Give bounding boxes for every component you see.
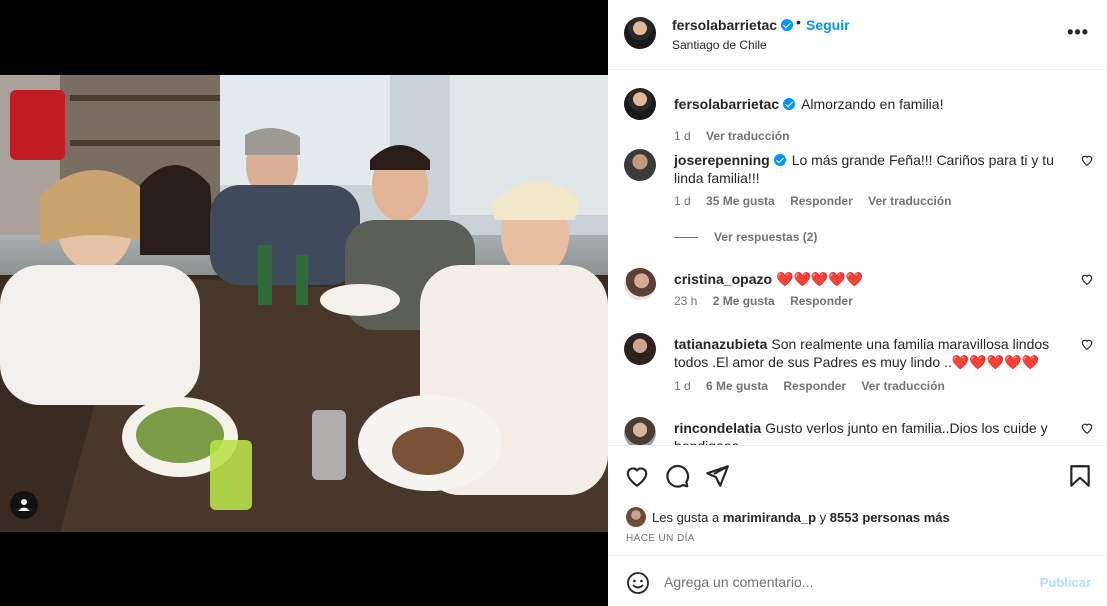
translate-button[interactable]: Ver traducción — [861, 379, 944, 393]
likes-user[interactable]: marimiranda_p — [723, 510, 816, 525]
emoji-icon[interactable] — [626, 571, 650, 595]
avatar[interactable] — [624, 149, 656, 181]
comment-icon[interactable] — [664, 463, 690, 489]
family-lunch-photo — [0, 75, 608, 532]
user-icon — [18, 499, 30, 511]
comment-item: cristina_opazo ❤️❤️❤️❤️❤️ 23 h 2 Me gusta… — [624, 268, 1094, 318]
comment-username[interactable]: cristina_opazo — [674, 271, 772, 287]
comment-body: tatianazubieta Son realmente una familia … — [674, 335, 1070, 371]
post-photo[interactable] — [0, 75, 608, 532]
comment-likes[interactable]: 35 Me gusta — [706, 194, 775, 208]
post-side-panel: fersolabarrietac • Seguir Santiago de Ch… — [608, 0, 1107, 606]
avatar[interactable] — [626, 507, 646, 527]
avatar[interactable] — [624, 268, 656, 300]
media-pane — [0, 0, 608, 606]
tagged-users-button[interactable] — [10, 491, 38, 519]
likes-middle: y — [819, 509, 827, 525]
comment-body: rincondelatia Gusto verlos junto en famil… — [674, 419, 1070, 445]
bookmark-icon[interactable] — [1067, 463, 1093, 489]
caption-meta: 1 d Ver traducción — [674, 129, 801, 143]
comment-username[interactable]: tatianazubieta — [674, 336, 767, 352]
translate-button[interactable]: Ver traducción — [868, 194, 951, 208]
heart-icon[interactable] — [624, 463, 650, 489]
comment-meta: 23 h 2 Me gusta Responder — [674, 294, 865, 308]
add-comment-bar: Publicar — [608, 555, 1107, 606]
comment-item: tatianazubieta Son realmente una familia … — [624, 333, 1094, 403]
hearts-emoji: ❤️❤️❤️❤️❤️ — [776, 271, 864, 287]
comment-meta: 1 d 35 Me gusta Responder Ver traducción — [674, 194, 963, 208]
verified-icon — [773, 154, 786, 166]
caption: fersolabarrietac Almorzando en familia! 1… — [624, 88, 1094, 148]
reply-button[interactable]: Responder — [783, 379, 846, 393]
avatar[interactable] — [624, 88, 656, 120]
caption-body: fersolabarrietac Almorzando en familia! — [674, 95, 1070, 113]
avatar[interactable] — [624, 17, 656, 49]
post-header: fersolabarrietac • Seguir Santiago de Ch… — [608, 0, 1107, 70]
post-actions: Les gusta a marimiranda_p y 8553 persona… — [608, 445, 1107, 555]
comment-item: joserepenning Lo más grande Feña!!! Cariñ… — [624, 149, 1094, 229]
comment-username[interactable]: joserepenning — [674, 152, 770, 168]
likes-prefix: Les gusta a — [652, 509, 720, 525]
location-link[interactable]: Santiago de Chile — [672, 38, 767, 52]
follow-button[interactable]: Seguir — [806, 17, 850, 33]
caption-time[interactable]: 1 d — [674, 129, 691, 143]
comment-time[interactable]: 1 d — [674, 379, 691, 393]
heart-icon[interactable] — [1080, 153, 1094, 167]
heart-icon[interactable] — [1080, 337, 1094, 351]
heart-icon[interactable] — [1080, 272, 1094, 286]
separator-dot: • — [796, 14, 801, 30]
reply-button[interactable]: Responder — [790, 194, 853, 208]
caption-translate[interactable]: Ver traducción — [706, 129, 789, 143]
heart-icon[interactable] — [1080, 421, 1094, 435]
avatar[interactable] — [624, 333, 656, 365]
view-replies-button[interactable]: Ver respuestas (2) — [674, 230, 817, 244]
comments-list[interactable]: fersolabarrietac Almorzando en familia! 1… — [608, 71, 1107, 445]
more-icon[interactable]: ••• — [1067, 22, 1089, 43]
reply-button[interactable]: Responder — [790, 294, 853, 308]
comment-time[interactable]: 23 h — [674, 294, 697, 308]
avatar[interactable] — [624, 417, 656, 445]
post-author-name[interactable]: fersolabarrietac — [672, 17, 777, 33]
comment-likes[interactable]: 2 Me gusta — [713, 294, 775, 308]
comment-body: cristina_opazo ❤️❤️❤️❤️❤️ — [674, 270, 1070, 288]
comment-item: rincondelatia Gusto verlos junto en famil… — [624, 417, 1094, 445]
share-icon[interactable] — [704, 463, 730, 489]
hearts-emoji: ❤️❤️❤️❤️❤️ — [951, 354, 1039, 370]
comment-time[interactable]: 1 d — [674, 194, 691, 208]
comment-body: joserepenning Lo más grande Feña!!! Cariñ… — [674, 151, 1070, 187]
publish-button[interactable]: Publicar — [1040, 575, 1091, 590]
likes-summary: Les gusta a marimiranda_p y 8553 persona… — [626, 507, 950, 527]
post-author[interactable]: fersolabarrietac — [672, 17, 794, 33]
likes-count[interactable]: 8553 personas más — [830, 510, 950, 525]
caption-text: Almorzando en familia! — [801, 96, 944, 112]
comment-input[interactable] — [664, 568, 1024, 596]
verified-icon — [781, 19, 794, 31]
post-timestamp[interactable]: HACE UN DÍA — [626, 533, 695, 544]
comment-meta: 1 d 6 Me gusta Responder Ver traducción — [674, 379, 957, 393]
caption-username[interactable]: fersolabarrietac — [674, 96, 779, 112]
comment-likes[interactable]: 6 Me gusta — [706, 379, 768, 393]
comment-username[interactable]: rincondelatia — [674, 420, 761, 436]
verified-icon — [783, 98, 796, 110]
